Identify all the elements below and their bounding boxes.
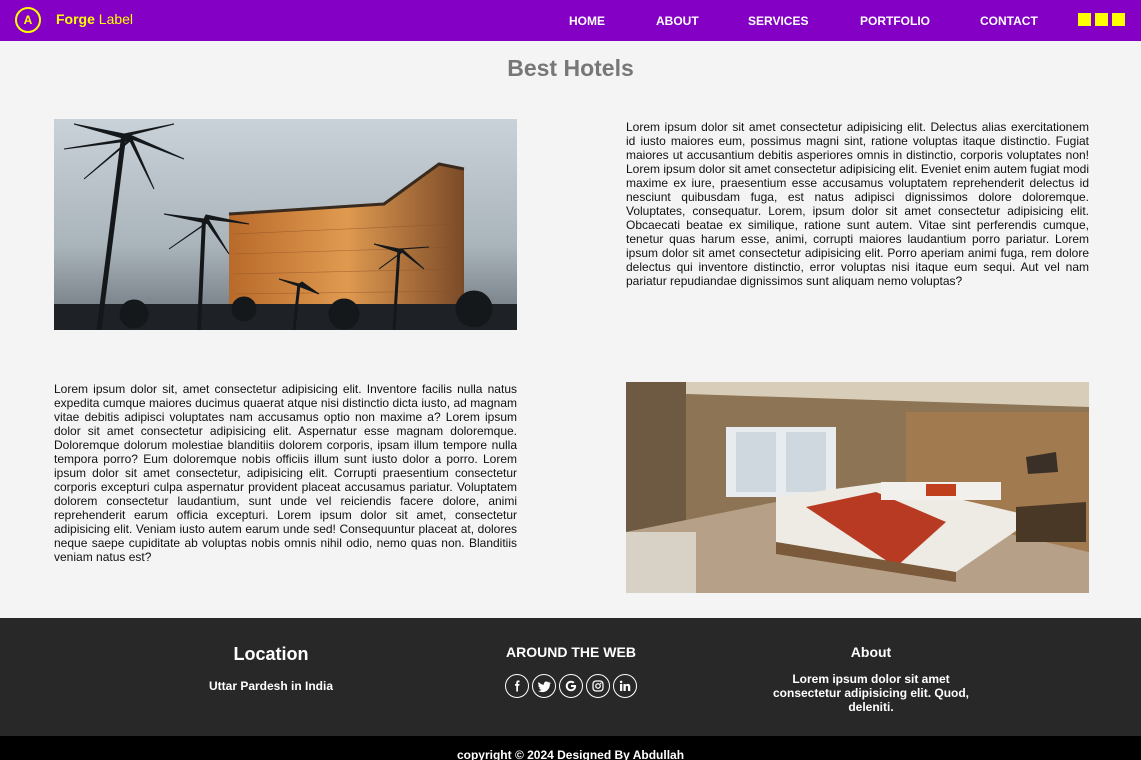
twitter-icon[interactable] xyxy=(532,674,556,698)
linkedin-icon[interactable] xyxy=(613,674,637,698)
about-text: Lorem ipsum dolor sit amet consectetur a… xyxy=(772,672,970,714)
menu-square-icon[interactable] xyxy=(1112,13,1125,26)
section-2-text: Lorem ipsum dolor sit, amet consectetur … xyxy=(54,382,517,564)
around-web-heading: AROUND THE WEB xyxy=(506,644,636,660)
google-icon[interactable] xyxy=(559,674,583,698)
menu-square-icon[interactable] xyxy=(1078,13,1091,26)
facebook-icon[interactable] xyxy=(505,674,529,698)
page-title: Best Hotels xyxy=(507,55,634,81)
brand-bold: Forge xyxy=(56,11,95,27)
navbar: A Forge Label HOME ABOUT SERVICES PORTFO… xyxy=(0,0,1141,41)
footer: Location Uttar Pardesh in India AROUND T… xyxy=(0,618,1141,736)
brand-name[interactable]: Forge Label xyxy=(56,11,133,27)
menu-square-icon[interactable] xyxy=(1095,13,1108,26)
footer-around-web: AROUND THE WEB xyxy=(471,644,671,698)
nav-contact[interactable]: CONTACT xyxy=(980,14,1038,28)
nav-home[interactable]: HOME xyxy=(569,14,605,28)
logo-icon[interactable]: A xyxy=(15,7,41,33)
social-links xyxy=(471,674,671,698)
hotel-exterior-image xyxy=(54,119,517,330)
nav-portfolio[interactable]: PORTFOLIO xyxy=(860,14,930,28)
about-heading: About xyxy=(850,644,892,660)
nav-about[interactable]: ABOUT xyxy=(656,14,699,28)
footer-about: About Lorem ipsum dolor sit amet consect… xyxy=(761,644,981,714)
hotel-bedroom-image xyxy=(626,382,1089,593)
brand-rest: Label xyxy=(94,11,134,27)
copyright-text: copyright © 2024 Designed By Abdullah xyxy=(0,736,1141,760)
instagram-icon[interactable] xyxy=(586,674,610,698)
section-1-text: Lorem ipsum dolor sit amet consectetur a… xyxy=(626,120,1089,288)
location-text: Uttar Pardesh in India xyxy=(208,679,334,693)
nav-services[interactable]: SERVICES xyxy=(748,14,808,28)
location-heading: Location xyxy=(233,644,309,664)
footer-location: Location Uttar Pardesh in India xyxy=(171,644,371,693)
